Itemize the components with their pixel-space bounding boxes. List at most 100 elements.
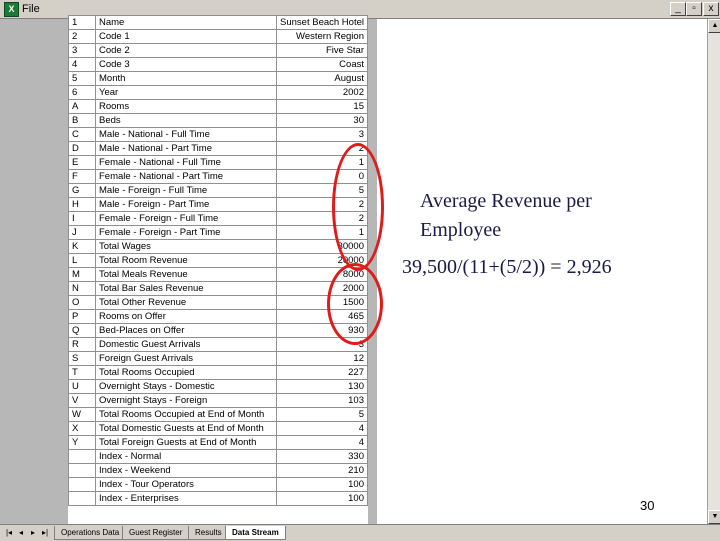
row-label-cell[interactable]: Total Foreign Guests at End of Month: [95, 435, 277, 450]
row-label-cell[interactable]: Total Rooms Occupied: [95, 365, 277, 380]
row-label-cell[interactable]: Total Bar Sales Revenue: [95, 281, 277, 296]
row-code-cell[interactable]: Y: [68, 435, 96, 450]
row-code-cell[interactable]: [68, 491, 96, 506]
row-value-cell[interactable]: 4: [276, 421, 368, 436]
row-code-cell[interactable]: K: [68, 239, 96, 254]
row-value-cell[interactable]: 5: [276, 407, 368, 422]
row-code-cell[interactable]: I: [68, 211, 96, 226]
row-code-cell[interactable]: S: [68, 351, 96, 366]
tab-data-stream[interactable]: Data Stream: [225, 526, 286, 540]
row-value-cell[interactable]: Five Star: [276, 43, 368, 58]
row-label-cell[interactable]: Domestic Guest Arrivals: [95, 337, 277, 352]
row-label-cell[interactable]: Name: [95, 15, 277, 30]
tab-guest-register[interactable]: Guest Register: [122, 526, 190, 540]
row-value-cell[interactable]: Sunset Beach Hotel: [276, 15, 368, 30]
row-code-cell[interactable]: C: [68, 127, 96, 142]
row-value-cell[interactable]: 130: [276, 379, 368, 394]
row-label-cell[interactable]: Total Rooms Occupied at End of Month: [95, 407, 277, 422]
vertical-scrollbar[interactable]: ▲ ▼: [707, 19, 720, 524]
row-value-cell[interactable]: 100: [276, 491, 368, 506]
row-value-cell[interactable]: August: [276, 71, 368, 86]
row-code-cell[interactable]: [68, 477, 96, 492]
row-label-cell[interactable]: Male - Foreign - Part Time: [95, 197, 277, 212]
first-sheet-icon[interactable]: |◂: [4, 527, 14, 538]
row-value-cell[interactable]: 103: [276, 393, 368, 408]
row-label-cell[interactable]: Total Meals Revenue: [95, 267, 277, 282]
row-value-cell[interactable]: 4: [276, 435, 368, 450]
close-button[interactable]: x: [703, 2, 719, 16]
row-label-cell[interactable]: Overnight Stays - Domestic: [95, 379, 277, 394]
row-code-cell[interactable]: 5: [68, 71, 96, 86]
row-label-cell[interactable]: Index - Weekend: [95, 463, 277, 478]
row-code-cell[interactable]: H: [68, 197, 96, 212]
row-label-cell[interactable]: Beds: [95, 113, 277, 128]
row-label-cell[interactable]: Total Room Revenue: [95, 253, 277, 268]
row-label-cell[interactable]: Total Other Revenue: [95, 295, 277, 310]
row-label-cell[interactable]: Male - Foreign - Full Time: [95, 183, 277, 198]
row-code-cell[interactable]: 4: [68, 57, 96, 72]
row-label-cell[interactable]: Total Domestic Guests at End of Month: [95, 421, 277, 436]
row-label-cell[interactable]: Bed-Places on Offer: [95, 323, 277, 338]
row-value-cell[interactable]: 100: [276, 477, 368, 492]
row-code-cell[interactable]: N: [68, 281, 96, 296]
row-code-cell[interactable]: X: [68, 421, 96, 436]
row-label-cell[interactable]: Code 3: [95, 57, 277, 72]
row-code-cell[interactable]: 1: [68, 15, 96, 30]
row-value-cell[interactable]: 3: [276, 127, 368, 142]
row-code-cell[interactable]: [68, 463, 96, 478]
row-label-cell[interactable]: Overnight Stays - Foreign: [95, 393, 277, 408]
row-code-cell[interactable]: E: [68, 155, 96, 170]
row-code-cell[interactable]: A: [68, 99, 96, 114]
prev-sheet-icon[interactable]: ◂: [16, 527, 26, 538]
next-sheet-icon[interactable]: ▸: [28, 527, 38, 538]
row-value-cell[interactable]: 12: [276, 351, 368, 366]
row-code-cell[interactable]: L: [68, 253, 96, 268]
row-label-cell[interactable]: Code 1: [95, 29, 277, 44]
last-sheet-icon[interactable]: ▸|: [40, 527, 50, 538]
row-code-cell[interactable]: 6: [68, 85, 96, 100]
row-code-cell[interactable]: 2: [68, 29, 96, 44]
row-code-cell[interactable]: 3: [68, 43, 96, 58]
row-label-cell[interactable]: Male - National - Full Time: [95, 127, 277, 142]
row-code-cell[interactable]: U: [68, 379, 96, 394]
row-label-cell[interactable]: Total Wages: [95, 239, 277, 254]
row-code-cell[interactable]: V: [68, 393, 96, 408]
row-label-cell[interactable]: Index - Enterprises: [95, 491, 277, 506]
row-value-cell[interactable]: Western Region: [276, 29, 368, 44]
row-code-cell[interactable]: F: [68, 169, 96, 184]
row-value-cell[interactable]: 30: [276, 113, 368, 128]
scroll-down-icon[interactable]: ▼: [708, 510, 720, 524]
row-code-cell[interactable]: B: [68, 113, 96, 128]
row-label-cell[interactable]: Year: [95, 85, 277, 100]
tab-operations-data[interactable]: Operations Data: [54, 526, 127, 540]
row-value-cell[interactable]: 330: [276, 449, 368, 464]
row-label-cell[interactable]: Foreign Guest Arrivals: [95, 351, 277, 366]
row-code-cell[interactable]: R: [68, 337, 96, 352]
row-code-cell[interactable]: Q: [68, 323, 96, 338]
row-value-cell[interactable]: Coast: [276, 57, 368, 72]
row-value-cell[interactable]: 2002: [276, 85, 368, 100]
row-label-cell[interactable]: Male - National - Part Time: [95, 141, 277, 156]
row-label-cell[interactable]: Rooms on Offer: [95, 309, 277, 324]
row-code-cell[interactable]: O: [68, 295, 96, 310]
row-code-cell[interactable]: J: [68, 225, 96, 240]
row-label-cell[interactable]: Female - Foreign - Full Time: [95, 211, 277, 226]
row-label-cell[interactable]: Index - Tour Operators: [95, 477, 277, 492]
row-code-cell[interactable]: P: [68, 309, 96, 324]
row-value-cell[interactable]: 15: [276, 99, 368, 114]
row-label-cell[interactable]: Female - National - Part Time: [95, 169, 277, 184]
row-value-cell[interactable]: 210: [276, 463, 368, 478]
row-code-cell[interactable]: [68, 449, 96, 464]
row-label-cell[interactable]: Month: [95, 71, 277, 86]
restore-button[interactable]: ▫: [686, 2, 702, 16]
row-label-cell[interactable]: Index - Normal: [95, 449, 277, 464]
row-code-cell[interactable]: W: [68, 407, 96, 422]
tab-results[interactable]: Results: [188, 526, 229, 540]
minimize-button[interactable]: _: [670, 2, 686, 16]
scroll-up-icon[interactable]: ▲: [708, 19, 720, 33]
row-label-cell[interactable]: Rooms: [95, 99, 277, 114]
row-label-cell[interactable]: Female - Foreign - Part Time: [95, 225, 277, 240]
row-code-cell[interactable]: G: [68, 183, 96, 198]
excel-app-icon[interactable]: X: [4, 2, 19, 17]
menu-file[interactable]: File: [22, 3, 40, 15]
